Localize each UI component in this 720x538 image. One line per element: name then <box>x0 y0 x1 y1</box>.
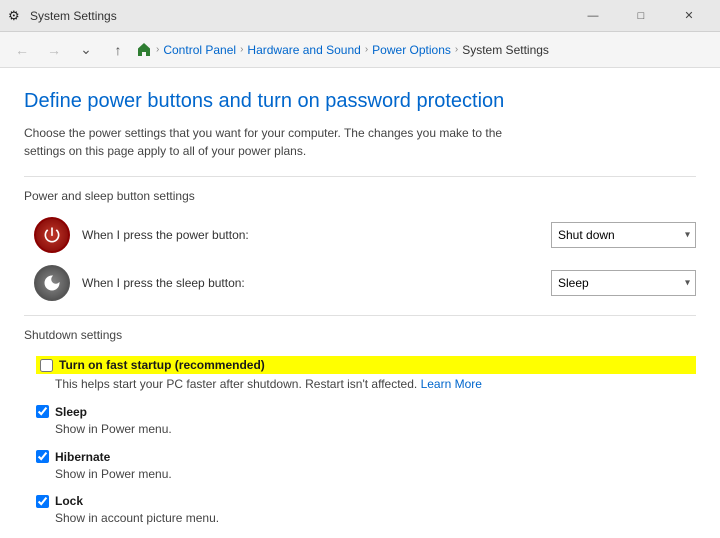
title-bar-text: System Settings <box>30 9 117 23</box>
sleep-icon <box>34 265 70 301</box>
lock-label: Lock <box>55 494 83 508</box>
breadcrumb-control-panel[interactable]: Control Panel <box>163 43 236 57</box>
fast-startup-desc: This helps start your PC faster after sh… <box>36 376 696 393</box>
sleep-shutdown-desc: Show in Power menu. <box>36 421 696 438</box>
shutdown-section: Shutdown settings Turn on fast startup (… <box>24 328 696 527</box>
up-button[interactable]: ↑ <box>104 36 132 64</box>
breadcrumb-sep-3: › <box>365 44 368 55</box>
lock-checkbox-row: Lock <box>36 494 696 508</box>
sleep-dropdown-wrapper: Do nothing Sleep Hibernate Shut down Tur… <box>551 270 696 296</box>
divider-1 <box>24 176 696 177</box>
hibernate-checkbox[interactable] <box>36 450 49 463</box>
lock-desc: Show in account picture menu. <box>36 510 696 527</box>
breadcrumb-home-icon <box>136 42 152 58</box>
shutdown-section-label: Shutdown settings <box>24 328 696 342</box>
lock-item: Lock Show in account picture menu. <box>36 494 696 527</box>
title-bar: ⚙ System Settings — □ ✕ <box>0 0 720 32</box>
maximize-button[interactable]: □ <box>618 0 664 32</box>
content-area: Define power buttons and turn on passwor… <box>0 68 720 538</box>
breadcrumb-sep-1: › <box>156 44 159 55</box>
sleep-button-label: When I press the sleep button: <box>82 276 539 290</box>
breadcrumb: › Control Panel › Hardware and Sound › P… <box>136 42 712 58</box>
divider-2 <box>24 315 696 316</box>
sleep-button-row: When I press the sleep button: Do nothin… <box>34 265 696 301</box>
breadcrumb-current: System Settings <box>462 43 549 57</box>
breadcrumb-sep-4: › <box>455 44 458 55</box>
hibernate-desc: Show in Power menu. <box>36 466 696 483</box>
close-button[interactable]: ✕ <box>666 0 712 32</box>
sleep-checkbox-row: Sleep <box>36 405 696 419</box>
fast-startup-item: Turn on fast startup (recommended) This … <box>36 356 696 393</box>
sleep-svg-icon <box>42 273 62 293</box>
power-dropdown-wrapper: Do nothing Sleep Hibernate Shut down Tur… <box>551 222 696 248</box>
minimize-button[interactable]: — <box>570 0 616 32</box>
sleep-button-select[interactable]: Do nothing Sleep Hibernate Shut down Tur… <box>551 270 696 296</box>
sleep-checkbox[interactable] <box>36 405 49 418</box>
power-button-row: When I press the power button: Do nothin… <box>34 217 696 253</box>
fast-startup-highlight: Turn on fast startup (recommended) <box>36 356 696 374</box>
learn-more-link[interactable]: Learn More <box>421 377 482 391</box>
hibernate-item: Hibernate Show in Power menu. <box>36 450 696 483</box>
back-button[interactable]: ← <box>8 36 36 64</box>
breadcrumb-sep-2: › <box>240 44 243 55</box>
forward-button[interactable]: → <box>40 36 68 64</box>
power-svg-icon <box>42 225 62 245</box>
sleep-shutdown-label: Sleep <box>55 405 87 419</box>
app-icon: ⚙ <box>8 8 24 24</box>
recent-button[interactable]: ⌄ <box>72 36 100 64</box>
fast-startup-checkbox[interactable] <box>40 359 53 372</box>
power-icon <box>34 217 70 253</box>
hibernate-checkbox-row: Hibernate <box>36 450 696 464</box>
power-button-select[interactable]: Do nothing Sleep Hibernate Shut down Tur… <box>551 222 696 248</box>
power-sleep-section-label: Power and sleep button settings <box>24 189 696 203</box>
fast-startup-label: Turn on fast startup (recommended) <box>59 358 265 372</box>
nav-bar: ← → ⌄ ↑ › Control Panel › Hardware and S… <box>0 32 720 68</box>
shutdown-items: Turn on fast startup (recommended) This … <box>24 356 696 527</box>
main-content: Define power buttons and turn on passwor… <box>0 68 720 538</box>
page-title: Define power buttons and turn on passwor… <box>24 88 696 114</box>
breadcrumb-hardware-sound[interactable]: Hardware and Sound <box>247 43 360 57</box>
title-bar-controls: — □ ✕ <box>570 0 712 32</box>
breadcrumb-power-options[interactable]: Power Options <box>372 43 451 57</box>
button-settings: When I press the power button: Do nothin… <box>24 217 696 301</box>
hibernate-label: Hibernate <box>55 450 110 464</box>
sleep-shutdown-item: Sleep Show in Power menu. <box>36 405 696 438</box>
lock-checkbox[interactable] <box>36 495 49 508</box>
power-button-label: When I press the power button: <box>82 228 539 242</box>
page-description: Choose the power settings that you want … <box>24 124 504 160</box>
